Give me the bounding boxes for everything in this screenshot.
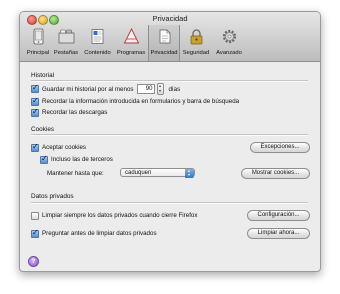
tab-principal-label: Principal xyxy=(26,50,50,56)
tab-contenido[interactable]: Contenido xyxy=(81,25,114,61)
keep-until-row: Mantener hasta que: xyxy=(47,169,104,178)
days-unit-label: días xyxy=(168,85,181,93)
keep-history-label: Guardar mi historial por al menos xyxy=(42,85,134,93)
keep-history-checkbox[interactable] xyxy=(31,83,39,93)
show-cookies-button[interactable]: Mostrar cookies... xyxy=(241,168,310,179)
mask-icon xyxy=(159,29,170,44)
cookies-section-title: Cookies xyxy=(31,126,55,133)
tab-avanzado-label: Avanzado xyxy=(216,50,242,56)
tab-pestanas-label: Pestañas xyxy=(53,50,79,56)
remember-downloads-row: Recordar las descargas xyxy=(31,107,108,117)
remember-forms-row: Recordar la información introducida en f… xyxy=(31,96,240,106)
ask-before-clear-checkbox[interactable] xyxy=(31,228,39,238)
tab-contenido-label: Contenido xyxy=(84,50,111,56)
clear-now-button[interactable]: Limpiar ahora... xyxy=(247,228,310,239)
tab-programas[interactable]: Programas xyxy=(114,25,148,61)
keep-until-value: caduquen xyxy=(125,170,152,176)
history-days-stepper[interactable] xyxy=(157,83,165,95)
preferences-window: Privacidad Principal Pestañas Contenido … xyxy=(19,11,321,272)
gear-icon xyxy=(222,29,236,44)
tab-privacidad[interactable]: Privacidad xyxy=(148,25,180,61)
tab-principal[interactable]: Principal xyxy=(25,25,51,61)
tab-avanzado[interactable]: Avanzado xyxy=(212,25,246,61)
remember-downloads-checkbox[interactable] xyxy=(31,107,39,117)
phone-icon xyxy=(33,28,43,45)
lock-icon xyxy=(190,29,202,45)
always-clear-row: Limpiar siempre los datos privados cuand… xyxy=(31,211,197,220)
history-section-title: Historial xyxy=(31,72,55,79)
history-separator xyxy=(31,80,308,82)
remember-downloads-label: Recordar las descargas xyxy=(42,109,108,116)
privacy-pane: Historial Guardar mi historial por al me… xyxy=(20,62,320,271)
always-clear-checkbox[interactable] xyxy=(31,211,39,220)
ask-before-clear-row: Preguntar antes de limpiar datos privado… xyxy=(31,228,157,238)
accept-cookies-label: Aceptar cookies xyxy=(42,144,87,151)
third-party-cookies-label: Incluso las de terceros xyxy=(51,156,113,163)
tab-programas-label: Programas xyxy=(116,50,146,56)
select-arrows-icon xyxy=(185,169,194,178)
preferences-toolbar: Principal Pestañas Contenido Programas P… xyxy=(25,25,246,61)
tabs-icon xyxy=(58,29,74,44)
third-party-cookies-checkbox[interactable] xyxy=(40,154,48,164)
private-data-section-title: Datos privados xyxy=(31,193,74,200)
tab-seguridad[interactable]: Seguridad xyxy=(180,25,212,61)
help-button[interactable]: ? xyxy=(28,256,39,267)
private-data-settings-button[interactable]: Configuración... xyxy=(247,210,310,221)
exceptions-button[interactable]: Excepciones... xyxy=(250,142,310,153)
history-days-input[interactable]: 90 xyxy=(137,84,156,94)
keep-until-label: Mantener hasta que: xyxy=(47,170,104,177)
keep-history-row: Guardar mi historial por al menos 90 día… xyxy=(31,83,180,95)
ask-before-clear-label: Preguntar antes de limpiar datos privado… xyxy=(42,230,157,237)
third-party-cookies-row: Incluso las de terceros xyxy=(40,154,113,164)
apps-icon xyxy=(123,28,139,44)
title-bar: Privacidad Principal Pestañas Contenido … xyxy=(20,12,320,62)
private-data-separator xyxy=(31,202,308,204)
keep-until-select[interactable]: caduquen xyxy=(120,168,195,178)
accept-cookies-row: Aceptar cookies xyxy=(31,142,87,152)
always-clear-label: Limpiar siempre los datos privados cuand… xyxy=(42,212,198,219)
remember-forms-checkbox[interactable] xyxy=(31,96,39,106)
tab-pestanas[interactable]: Pestañas xyxy=(51,25,81,61)
tab-seguridad-label: Seguridad xyxy=(182,50,210,56)
remember-forms-label: Recordar la información introducida en f… xyxy=(42,98,240,105)
accept-cookies-checkbox[interactable] xyxy=(31,142,39,152)
cookies-separator xyxy=(31,134,308,136)
document-icon xyxy=(91,29,104,44)
window-title: Privacidad xyxy=(152,14,188,23)
tab-privacidad-label: Privacidad xyxy=(150,50,178,56)
